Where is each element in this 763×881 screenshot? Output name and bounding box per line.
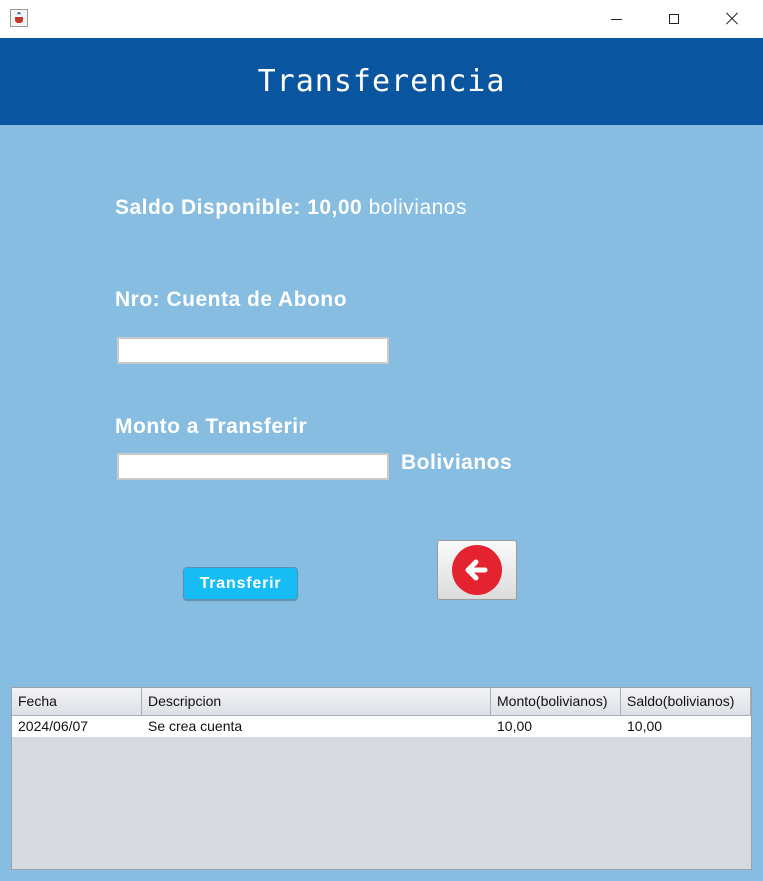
column-header-fecha[interactable]: Fecha [12, 688, 142, 715]
minimize-icon [610, 18, 622, 20]
close-button[interactable] [703, 0, 761, 38]
balance-currency: bolivianos [368, 196, 467, 219]
cell-saldo: 10,00 [627, 718, 663, 734]
maximize-button[interactable] [645, 0, 703, 38]
transactions-table[interactable]: Fecha Descripcion Monto(bolivianos) Sald… [11, 687, 752, 870]
column-header-monto[interactable]: Monto(bolivianos) [491, 688, 621, 715]
transfer-button[interactable]: Transferir [183, 567, 298, 600]
minimize-button[interactable] [587, 0, 645, 38]
table-header: Fecha Descripcion Monto(bolivianos) Sald… [12, 688, 751, 716]
table-row[interactable]: 2024/06/07 Se crea cuenta 10,00 10,00 [12, 716, 751, 737]
page-title: Transferencia [257, 64, 506, 99]
amount-label: Monto a Transferir [115, 415, 308, 438]
page-header: Transferencia [0, 38, 763, 125]
java-cup-icon [10, 9, 28, 27]
maximize-icon [669, 14, 679, 24]
cell-fecha: 2024/06/07 [18, 718, 89, 734]
back-button[interactable] [437, 540, 517, 600]
amount-input[interactable] [117, 453, 389, 480]
balance-label: Saldo Disponible: [115, 196, 301, 219]
close-icon [725, 12, 739, 26]
cell-descripcion: Se crea cuenta [148, 718, 243, 734]
balance-amount: 10,00 [307, 196, 363, 219]
arrow-left-circle-icon [452, 545, 502, 595]
cell-monto: 10,00 [497, 718, 533, 734]
balance-display: Saldo Disponible: 10,00 bolivianos [115, 196, 467, 220]
column-header-saldo[interactable]: Saldo(bolivianos) [621, 688, 751, 715]
window-titlebar [0, 0, 763, 39]
account-number-input[interactable] [117, 337, 389, 364]
column-header-descripcion[interactable]: Descripcion [142, 688, 491, 715]
account-label: Nro: Cuenta de Abono [115, 288, 348, 311]
amount-unit-label: Bolivianos [401, 451, 513, 474]
